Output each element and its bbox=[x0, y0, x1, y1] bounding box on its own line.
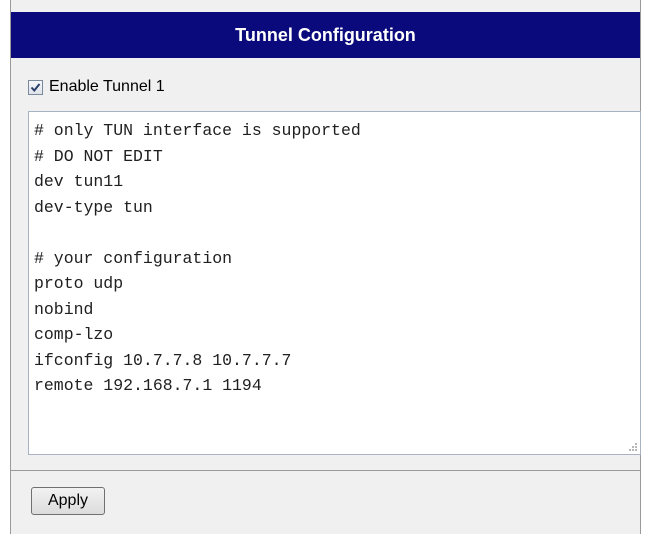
enable-tunnel-label[interactable]: Enable Tunnel 1 bbox=[49, 78, 165, 96]
panel-title: Tunnel Configuration bbox=[11, 12, 640, 58]
divider bbox=[11, 470, 640, 471]
tunnel-config-panel: Tunnel Configuration Enable Tunnel 1 # o… bbox=[10, 0, 641, 534]
enable-tunnel-checkbox[interactable] bbox=[28, 79, 43, 95]
config-text[interactable]: # only TUN interface is supported # DO N… bbox=[29, 112, 640, 399]
enable-tunnel-row: Enable Tunnel 1 bbox=[28, 76, 165, 98]
resize-grip-icon[interactable] bbox=[627, 441, 638, 452]
checkmark-icon bbox=[30, 82, 41, 92]
apply-button[interactable]: Apply bbox=[31, 487, 105, 515]
config-textarea[interactable]: # only TUN interface is supported # DO N… bbox=[28, 111, 641, 455]
